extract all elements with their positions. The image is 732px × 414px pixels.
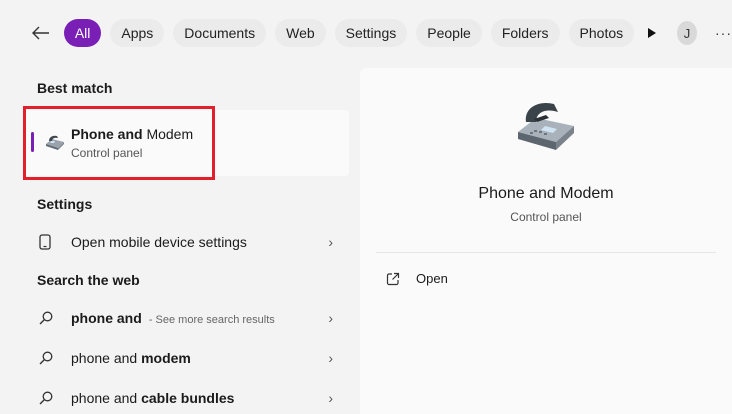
settings-heading: Settings — [37, 196, 93, 212]
web-result-2[interactable]: phone and modem › — [23, 338, 349, 378]
tab-documents[interactable]: Documents — [173, 19, 267, 47]
tab-apps[interactable]: Apps — [110, 19, 165, 47]
best-match-heading: Best match — [37, 80, 113, 96]
more-tabs-button[interactable] — [647, 26, 659, 40]
settings-item-label: Open mobile device settings — [71, 234, 247, 250]
open-button[interactable]: Open — [386, 271, 448, 286]
settings-item-mobile-device[interactable]: Open mobile device settings › — [23, 222, 349, 262]
avatar[interactable]: J — [676, 21, 697, 45]
filter-bar: All Apps Documents Web Settings People F… — [0, 0, 732, 66]
open-external-icon — [386, 272, 400, 285]
tab-all[interactable]: All — [63, 19, 102, 47]
phone-modem-icon — [518, 102, 574, 150]
web-heading: Search the web — [37, 272, 140, 288]
tab-settings[interactable]: Settings — [334, 19, 408, 47]
open-label: Open — [416, 271, 448, 286]
play-icon — [648, 28, 657, 38]
tab-photos[interactable]: Photos — [568, 19, 635, 47]
web-result-3-label: phone and cable bundles — [71, 390, 235, 406]
arrow-left-icon — [31, 26, 49, 40]
search-icon — [39, 351, 53, 365]
preview-pane: Phone and Modem Control panel Open — [360, 68, 732, 414]
preview-subtitle: Control panel — [510, 210, 582, 224]
search-window: All Apps Documents Web Settings People F… — [0, 0, 732, 414]
selection-indicator — [31, 132, 34, 152]
search-icon — [39, 391, 53, 405]
phone-icon — [39, 234, 51, 250]
web-result-2-label: phone and modem — [71, 350, 191, 366]
best-match-item[interactable]: Phone and Modem Control panel — [23, 110, 349, 176]
web-result-1[interactable]: phone and - See more search results › — [23, 298, 349, 338]
web-result-3[interactable]: phone and cable bundles › — [23, 378, 349, 414]
best-match-subtitle: Control panel — [71, 146, 143, 160]
chevron-right-icon: › — [328, 310, 333, 326]
search-icon — [39, 311, 53, 325]
best-match-title: Phone and Modem — [71, 126, 194, 142]
divider — [376, 252, 716, 253]
more-options-button[interactable]: ··· — [715, 25, 732, 41]
chevron-right-icon: › — [328, 350, 333, 366]
chevron-right-icon: › — [328, 390, 333, 406]
tab-web[interactable]: Web — [275, 19, 326, 47]
chevron-right-icon: › — [328, 234, 333, 250]
phone-modem-icon — [46, 135, 64, 150]
back-button[interactable] — [30, 20, 52, 46]
results-list: Best match Phone and Modem Control panel… — [23, 68, 357, 414]
tab-people[interactable]: People — [416, 19, 482, 47]
web-result-1-label: phone and - See more search results — [71, 310, 275, 326]
preview-title: Phone and Modem — [478, 185, 614, 202]
tab-folders[interactable]: Folders — [490, 19, 560, 47]
